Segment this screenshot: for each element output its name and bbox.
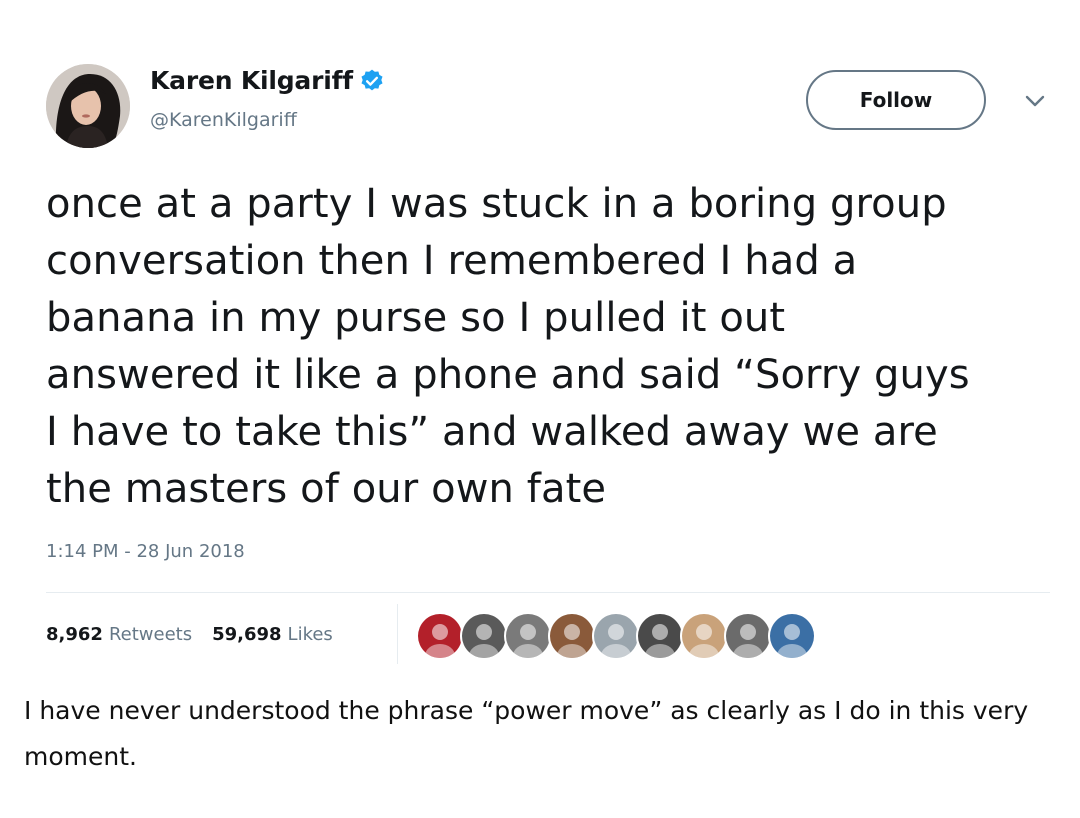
post-caption: I have never understood the phrase “powe… <box>24 696 1029 771</box>
liker-avatar-1[interactable] <box>416 612 464 660</box>
author-handle[interactable]: @KarenKilgariff <box>150 109 297 131</box>
tweet-text: once at a party I was stuck in a boring … <box>46 176 1056 518</box>
likers-avatar-row <box>416 612 816 660</box>
liker-avatar-5[interactable] <box>592 612 640 660</box>
tweet-timestamp[interactable]: 1:14 PM - 28 Jun 2018 <box>46 541 245 562</box>
liker-avatar-2[interactable] <box>460 612 508 660</box>
likes-label: Likes <box>287 624 333 645</box>
retweets-label: Retweets <box>108 624 193 645</box>
divider <box>46 592 1050 593</box>
stats-separator <box>397 604 398 664</box>
likes-stat[interactable]: 59,698 Likes <box>212 624 333 645</box>
author-display-name[interactable]: Karen Kilgariff <box>150 66 353 95</box>
tweet-text-line: once at a party I was stuck in a boring … <box>46 181 947 227</box>
tweet-text-line: I have to take this” and walked away we … <box>46 409 938 455</box>
author-name-row: Karen Kilgariff <box>150 66 385 95</box>
liker-avatar-4[interactable] <box>548 612 596 660</box>
tweet-text-line: conversation then I remembered I had a <box>46 238 858 284</box>
chevron-down-icon[interactable] <box>1024 93 1046 109</box>
tweet-text-line: answered it like a phone and said “Sorry… <box>46 352 970 398</box>
liker-avatar-3[interactable] <box>504 612 552 660</box>
retweets-stat[interactable]: 8,962 Retweets <box>46 624 192 645</box>
follow-button[interactable]: Follow <box>806 70 986 130</box>
tweet-card: Karen Kilgariff @KarenKilgariff Follow o… <box>0 0 1080 670</box>
liker-avatar-6[interactable] <box>636 612 684 660</box>
tweet-text-line: the masters of our own fate <box>46 466 607 512</box>
author-avatar[interactable] <box>46 64 130 148</box>
retweets-count: 8,962 <box>46 624 103 645</box>
liker-avatar-9[interactable] <box>768 612 816 660</box>
verified-badge-icon <box>359 68 385 94</box>
tweet-stats: 8,962 Retweets 59,698 Likes <box>46 624 353 645</box>
liker-avatar-7[interactable] <box>680 612 728 660</box>
tweet-text-line: banana in my purse so I pulled it out <box>46 295 786 341</box>
liker-avatar-8[interactable] <box>724 612 772 660</box>
likes-count: 59,698 <box>212 624 282 645</box>
